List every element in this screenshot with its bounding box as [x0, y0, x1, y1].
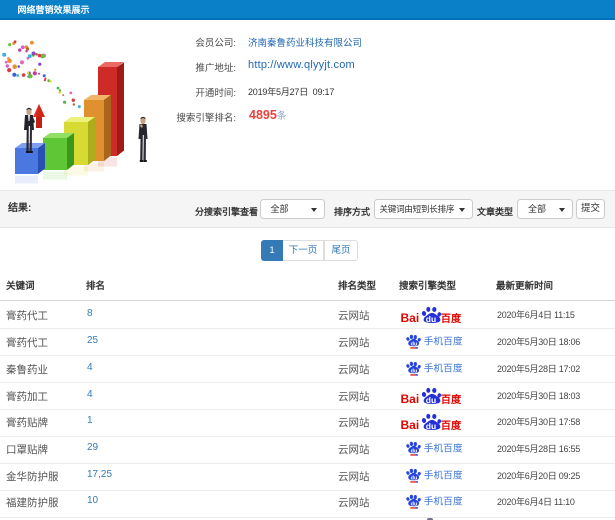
svg-text:百度: 百度 — [441, 312, 462, 324]
svg-text:手机百度: 手机百度 — [423, 441, 462, 454]
svg-text:du: du — [426, 421, 436, 431]
svg-text:百度: 百度 — [441, 393, 462, 405]
svg-text:du: du — [426, 394, 436, 404]
svg-text:du: du — [410, 501, 417, 507]
svg-text:手机百度: 手机百度 — [423, 494, 462, 507]
svg-text:手机百度: 手机百度 — [423, 334, 462, 347]
svg-text:du: du — [410, 475, 417, 481]
svg-text:Bai: Bai — [401, 311, 420, 324]
svg-text:du: du — [410, 341, 417, 347]
svg-text:Bai: Bai — [401, 392, 420, 405]
svg-text:Bai: Bai — [401, 418, 420, 431]
svg-text:du: du — [426, 313, 436, 323]
svg-text:百度: 百度 — [441, 419, 462, 431]
svg-text:du: du — [410, 448, 417, 454]
svg-text:du: du — [410, 368, 417, 374]
svg-text:手机百度: 手机百度 — [423, 468, 462, 481]
svg-text:手机百度: 手机百度 — [423, 361, 462, 374]
